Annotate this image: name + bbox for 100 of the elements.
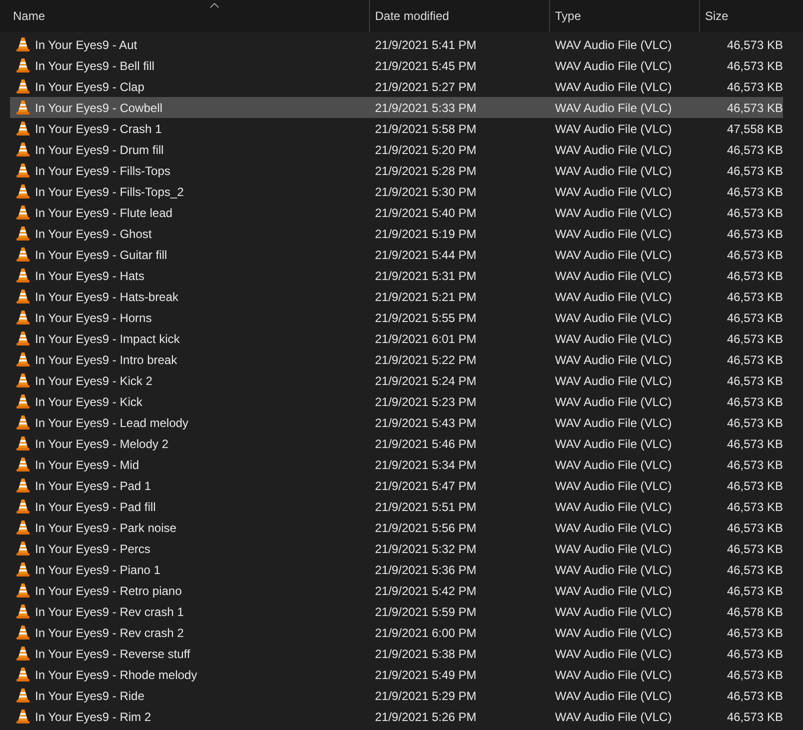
file-name: In Your Eyes9 - Drum fill: [35, 142, 164, 158]
traffic-cone-icon: [16, 709, 30, 724]
file-row[interactable]: In Your Eyes9 - Reverse stuff 21/9/2021 5:38 PM WAV Audio File (VLC) 46,573 KB: [10, 643, 783, 664]
file-type: WAV Audio File (VLC): [555, 542, 672, 556]
file-size: 46,573 KB: [726, 624, 783, 642]
file-name: In Your Eyes9 - Hats-break: [35, 288, 178, 306]
file-row[interactable]: In Your Eyes9 - Pad 1 21/9/2021 5:47 PM WAV Audio File (VLC) 46,573 KB: [10, 475, 783, 496]
file-name: In Your Eyes9 - Clap: [35, 78, 144, 96]
file-row[interactable]: In Your Eyes9 - Kick 21/9/2021 5:23 PM WAV Audio File (VLC) 46,573 KB: [10, 391, 783, 412]
traffic-cone-icon: [16, 604, 30, 619]
file-name: In Your Eyes9 - Flute lead: [35, 204, 172, 222]
file-size: 46,578 KB: [726, 604, 783, 620]
traffic-cone-icon: [16, 541, 30, 556]
traffic-cone-icon: [16, 583, 30, 598]
traffic-cone-icon: [16, 121, 30, 136]
date-modified: 21/9/2021 5:40 PM: [375, 206, 476, 220]
file-type: WAV Audio File (VLC): [555, 184, 672, 198]
file-row[interactable]: In Your Eyes9 - Melody 2 21/9/2021 5:46 PM WAV Audio File (VLC) 46,573 KB: [10, 433, 783, 454]
file-row[interactable]: In Your Eyes9 - Intro break 21/9/2021 5:22 PM WAV Audio File (VLC) 46,573 KB: [10, 349, 783, 370]
file-name: In Your Eyes9 - Rhode melody: [35, 666, 198, 684]
date-modified: 21/9/2021 5:28 PM: [375, 164, 476, 178]
file-row[interactable]: In Your Eyes9 - Ghost 21/9/2021 5:19 PM WAV Audio File (VLC) 46,573 KB: [10, 223, 783, 244]
file-row[interactable]: In Your Eyes9 - Aut 21/9/2021 5:41 PM WAV Audio File (VLC) 46,573 KB: [10, 34, 783, 55]
file-size: 46,573 KB: [726, 498, 783, 516]
column-header[interactable]: Name: [13, 7, 46, 25]
file-type: WAV Audio File (VLC): [555, 290, 672, 304]
date-modified: 21/9/2021 5:43 PM: [375, 416, 476, 430]
date-modified: 21/9/2021 5:47 PM: [375, 478, 476, 492]
file-type: WAV Audio File (VLC): [555, 352, 672, 366]
file-size: 46,573 KB: [726, 246, 783, 264]
file-row[interactable]: In Your Eyes9 - Lead melody 21/9/2021 5:43 PM WAV Audio File (VLC) 46,573 KB: [10, 412, 783, 433]
file-size: 46,573 KB: [726, 184, 783, 200]
file-row[interactable]: In Your Eyes9 - Fills-Tops 21/9/2021 5:28 PM WAV Audio File (VLC) 46,573 KB: [10, 160, 783, 181]
file-row[interactable]: In Your Eyes9 - Fills-Tops_2 21/9/2021 5:30 PM WAV Audio File (VLC) 46,573 KB: [10, 181, 783, 202]
file-row[interactable]: In Your Eyes9 - Rev crash 2 21/9/2021 6:00 PM WAV Audio File (VLC) 46,573 KB: [10, 622, 783, 643]
date-modified: 21/9/2021 5:38 PM: [375, 646, 476, 660]
traffic-cone-icon: [16, 478, 30, 493]
file-type: WAV Audio File (VLC): [555, 668, 672, 682]
file-size: 46,573 KB: [726, 36, 783, 54]
file-size: 47,558 KB: [726, 120, 783, 138]
file-row[interactable]: In Your Eyes9 - Mid 21/9/2021 5:34 PM WAV Audio File (VLC) 46,573 KB: [10, 454, 783, 475]
file-type: WAV Audio File (VLC): [555, 626, 672, 640]
traffic-cone-icon: [16, 520, 30, 535]
file-size: 46,573 KB: [726, 352, 783, 368]
file-row[interactable]: In Your Eyes9 - Drum fill 21/9/2021 5:20 PM WAV Audio File (VLC) 46,573 KB: [10, 139, 783, 160]
column-header[interactable]: Date modified: [375, 7, 450, 25]
file-name: In Your Eyes9 - Rev crash 1: [35, 604, 184, 620]
column-header[interactable]: Size: [705, 7, 728, 25]
traffic-cone-icon: [16, 562, 30, 577]
file-name: In Your Eyes9 - Aut: [35, 36, 138, 54]
file-size: 46,573 KB: [726, 100, 783, 116]
file-name: In Your Eyes9 - Hats: [35, 268, 144, 284]
file-type: WAV Audio File (VLC): [555, 142, 672, 156]
file-row[interactable]: In Your Eyes9 - Guitar fill 21/9/2021 5:44 PM WAV Audio File (VLC) 46,573 KB: [10, 244, 783, 265]
file-name: In Your Eyes9 - Lead melody: [35, 414, 188, 432]
file-row[interactable]: In Your Eyes9 - Rim 2 21/9/2021 5:26 PM WAV Audio File (VLC) 46,573 KB: [10, 706, 783, 727]
file-row[interactable]: In Your Eyes9 - Park noise 21/9/2021 5:56 PM WAV Audio File (VLC) 46,573 KB: [10, 517, 783, 538]
file-row[interactable]: In Your Eyes9 - Horns 21/9/2021 5:55 PM WAV Audio File (VLC) 46,573 KB: [10, 307, 783, 328]
file-row[interactable]: In Your Eyes9 - Impact kick 21/9/2021 6:01 PM WAV Audio File (VLC) 46,573 KB: [10, 328, 783, 349]
traffic-cone-icon: [16, 79, 30, 94]
traffic-cone-icon: [16, 37, 30, 52]
file-row[interactable]: In Your Eyes9 - Ride 21/9/2021 5:29 PM WAV Audio File (VLC) 46,573 KB: [10, 685, 783, 706]
file-row[interactable]: In Your Eyes9 - Piano 1 21/9/2021 5:36 PM WAV Audio File (VLC) 46,573 KB: [10, 559, 783, 580]
file-row[interactable]: In Your Eyes9 - Hats-break 21/9/2021 5:21 PM WAV Audio File (VLC) 46,573 KB: [10, 286, 783, 307]
file-name: In Your Eyes9 - Rim 2: [35, 708, 152, 726]
traffic-cone-icon: [16, 226, 30, 241]
file-row[interactable]: In Your Eyes9 - Clap 21/9/2021 5:27 PM WAV Audio File (VLC) 46,573 KB: [10, 76, 783, 97]
file-row[interactable]: In Your Eyes9 - Percs 21/9/2021 5:32 PM WAV Audio File (VLC) 46,573 KB: [10, 538, 783, 559]
file-type: WAV Audio File (VLC): [555, 268, 672, 282]
file-type: WAV Audio File (VLC): [555, 332, 672, 346]
file-size: 46,573 KB: [726, 226, 783, 242]
file-row[interactable]: In Your Eyes9 - Pad fill 21/9/2021 5:51 PM WAV Audio File (VLC) 46,573 KB: [10, 496, 783, 517]
file-size: 46,573 KB: [726, 78, 783, 96]
file-size: 46,573 KB: [726, 394, 783, 410]
traffic-cone-icon: [16, 457, 30, 472]
traffic-cone-icon: [16, 499, 30, 514]
file-row[interactable]: In Your Eyes9 - Bell fill 21/9/2021 5:45 PM WAV Audio File (VLC) 46,573 KB: [10, 55, 783, 76]
column-header[interactable]: Type: [555, 7, 582, 25]
file-size: 46,573 KB: [726, 582, 783, 600]
date-modified: 21/9/2021 5:21 PM: [375, 290, 476, 304]
file-size: 46,573 KB: [726, 310, 783, 326]
file-row[interactable]: In Your Eyes9 - Rev crash 1 21/9/2021 5:59 PM WAV Audio File (VLC) 46,578 KB: [10, 601, 783, 622]
file-size: 46,573 KB: [726, 330, 783, 348]
date-modified: 21/9/2021 5:58 PM: [375, 122, 476, 136]
file-type: WAV Audio File (VLC): [555, 122, 672, 136]
file-row[interactable]: In Your Eyes9 - Kick 2 21/9/2021 5:24 PM WAV Audio File (VLC) 46,573 KB: [10, 370, 783, 391]
file-size: 46,573 KB: [726, 456, 783, 474]
file-name: In Your Eyes9 - Bell fill: [35, 58, 154, 74]
file-name: In Your Eyes9 - Impact kick: [35, 330, 180, 348]
file-row[interactable]: In Your Eyes9 - Cowbell 21/9/2021 5:33 PM WAV Audio File (VLC) 46,573 KB: [10, 97, 783, 118]
file-row[interactable]: In Your Eyes9 - Hats 21/9/2021 5:31 PM WAV Audio File (VLC) 46,573 KB: [10, 265, 783, 286]
file-row[interactable]: In Your Eyes9 - Rhode melody 21/9/2021 5:49 PM WAV Audio File (VLC) 46,573 KB: [10, 664, 783, 685]
file-size: 46,573 KB: [726, 540, 783, 558]
date-modified: 21/9/2021 5:36 PM: [375, 562, 476, 576]
file-name: In Your Eyes9 - Cowbell: [35, 100, 162, 116]
file-row[interactable]: In Your Eyes9 - Flute lead 21/9/2021 5:40 PM WAV Audio File (VLC) 46,573 KB: [10, 202, 783, 223]
file-type: WAV Audio File (VLC): [555, 394, 672, 408]
file-name: In Your Eyes9 - Kick 2: [35, 372, 152, 390]
file-row[interactable]: In Your Eyes9 - Crash 1 21/9/2021 5:58 PM WAV Audio File (VLC) 47,558 KB: [10, 118, 783, 139]
file-row[interactable]: In Your Eyes9 - Retro piano 21/9/2021 5:42 PM WAV Audio File (VLC) 46,573 KB: [10, 580, 783, 601]
